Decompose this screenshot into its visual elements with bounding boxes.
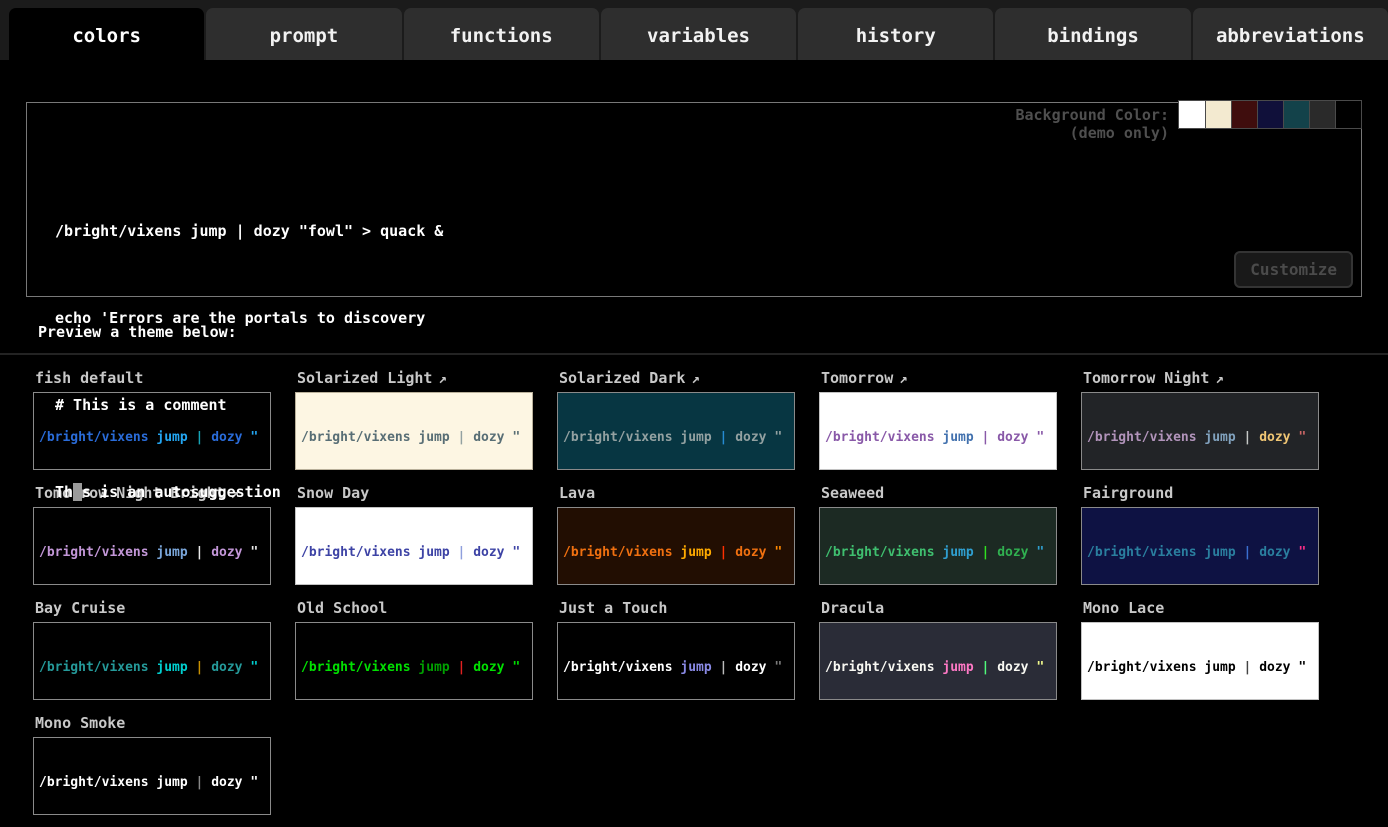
tab-colors[interactable]: colors [9, 8, 204, 60]
theme-card-just-a-touch[interactable]: Just a Touch /bright/vixens jump | dozy … [557, 597, 795, 700]
theme-name: Lava [559, 484, 595, 502]
tab-bindings[interactable]: bindings [995, 8, 1190, 60]
theme-command-line: /bright/vixens jump | dozy " [39, 774, 265, 791]
preview-command-line: /bright/vixens jump | dozy "fowl" > quac… [55, 217, 443, 246]
theme-title[interactable]: Dracula [821, 599, 1057, 617]
theme-command-line: /bright/vixens jump | dozy " [1087, 659, 1313, 676]
theme-command-line: /bright/vixens jump | dozy " [563, 659, 789, 676]
theme-title[interactable]: Bay Cruise [35, 599, 271, 617]
theme-name: Tomorrow Night [1083, 369, 1209, 387]
terminal-sample-text: /bright/vixens jump | dozy "fowl" > quac… [55, 159, 443, 565]
theme-card-bay-cruise[interactable]: Bay Cruise /bright/vixens jump | dozy " … [33, 597, 271, 700]
theme-card-mono-smoke[interactable]: Mono Smoke /bright/vixens jump | dozy " … [33, 712, 271, 815]
background-color-swatches [1178, 100, 1362, 129]
bg-color-swatch[interactable] [1257, 101, 1283, 128]
theme-preview-box[interactable]: /bright/vixens jump | dozy " echo 'Error… [33, 737, 271, 815]
terminal-cursor: i [73, 483, 82, 501]
autosuggestion-post: s is an autosuggestion [82, 483, 281, 501]
theme-card-solarized-dark[interactable]: Solarized Dark ↗ /bright/vixens jump | do… [557, 367, 795, 470]
fish-config-page: colorspromptfunctionsvariableshistorybin… [0, 0, 1388, 815]
theme-name: Solarized Dark [559, 369, 685, 387]
theme-command-line: /bright/vixens jump | dozy " [301, 659, 527, 676]
bg-color-swatch[interactable] [1179, 101, 1205, 128]
theme-card-fairground[interactable]: Fairground /bright/vixens jump | dozy " … [1081, 482, 1319, 585]
theme-card-tomorrow-night[interactable]: Tomorrow Night ↗ /bright/vixens jump | do… [1081, 367, 1319, 470]
preview-comment-line: # This is a comment [55, 391, 443, 420]
theme-preview-box[interactable]: /bright/vixens jump | dozy " echo 'Error… [557, 392, 795, 470]
theme-card-mono-lace[interactable]: Mono Lace /bright/vixens jump | dozy " e… [1081, 597, 1319, 700]
theme-name: Fairground [1083, 484, 1173, 502]
theme-command-line: /bright/vixens jump | dozy " [1087, 544, 1313, 561]
preview-echo-line: echo 'Errors are the portals to discover… [55, 304, 443, 333]
theme-title[interactable]: Just a Touch [559, 599, 795, 617]
theme-title[interactable]: Old School [297, 599, 533, 617]
bg-color-swatch[interactable] [1205, 101, 1231, 128]
theme-card-seaweed[interactable]: Seaweed /bright/vixens jump | dozy " ech… [819, 482, 1057, 585]
theme-title[interactable]: Tomorrow Night ↗ [1083, 369, 1319, 387]
background-color-label-line1: Background Color: [1015, 106, 1169, 124]
bg-color-swatch[interactable] [1309, 101, 1335, 128]
theme-card-dracula[interactable]: Dracula /bright/vixens jump | dozy " ech… [819, 597, 1057, 700]
theme-command-line: /bright/vixens jump | dozy " [563, 544, 789, 561]
tab-prompt[interactable]: prompt [206, 8, 401, 60]
theme-card-lava[interactable]: Lava /bright/vixens jump | dozy " echo '… [557, 482, 795, 585]
theme-title[interactable]: Mono Smoke [35, 714, 271, 732]
theme-title[interactable]: Mono Lace [1083, 599, 1319, 617]
theme-preview-box[interactable]: /bright/vixens jump | dozy " echo 'Error… [1081, 622, 1319, 700]
background-color-label: Background Color: (demo only) [1015, 106, 1169, 142]
theme-command-line: /bright/vixens jump | dozy " [825, 429, 1051, 446]
theme-preview-box[interactable]: /bright/vixens jump | dozy " echo 'Error… [1081, 507, 1319, 585]
terminal-preview-panel: Background Color: (demo only) /bright/vi… [26, 102, 1362, 297]
theme-preview-box[interactable]: /bright/vixens jump | dozy " echo 'Error… [1081, 392, 1319, 470]
theme-card-tomorrow[interactable]: Tomorrow ↗ /bright/vixens jump | dozy " e… [819, 367, 1057, 470]
theme-name: Tomorrow [821, 369, 893, 387]
bg-color-swatch[interactable] [1335, 101, 1361, 128]
theme-title[interactable]: Seaweed [821, 484, 1057, 502]
theme-title[interactable]: Tomorrow ↗ [821, 369, 1057, 387]
customize-button[interactable]: Customize [1234, 251, 1353, 288]
theme-title[interactable]: Lava [559, 484, 795, 502]
theme-preview-box[interactable]: /bright/vixens jump | dozy " echo 'Error… [295, 622, 533, 700]
theme-name: Mono Smoke [35, 714, 125, 732]
theme-command-line: /bright/vixens jump | dozy " [825, 544, 1051, 561]
theme-preview-box[interactable]: /bright/vixens jump | dozy " echo 'Error… [557, 507, 795, 585]
theme-command-line: /bright/vixens jump | dozy " [563, 429, 789, 446]
colors-tab-content: Background Color: (demo only) /bright/vi… [0, 60, 1388, 815]
theme-name: Seaweed [821, 484, 884, 502]
bg-color-swatch[interactable] [1283, 101, 1309, 128]
theme-card-old-school[interactable]: Old School /bright/vixens jump | dozy " … [295, 597, 533, 700]
theme-command-line: /bright/vixens jump | dozy " [825, 659, 1051, 676]
theme-name: Just a Touch [559, 599, 667, 617]
external-link-icon: ↗ [899, 371, 907, 387]
theme-command-line: /bright/vixens jump | dozy " [1087, 429, 1313, 446]
theme-name: Bay Cruise [35, 599, 125, 617]
theme-preview-box[interactable]: /bright/vixens jump | dozy " echo 'Error… [819, 507, 1057, 585]
theme-command-line: /bright/vixens jump | dozy " [39, 659, 265, 676]
bg-color-swatch[interactable] [1231, 101, 1257, 128]
theme-name: Mono Lace [1083, 599, 1164, 617]
theme-preview-box[interactable]: /bright/vixens jump | dozy " echo 'Error… [819, 392, 1057, 470]
tab-history[interactable]: history [798, 8, 993, 60]
autosuggestion-pre: Th [55, 483, 73, 501]
theme-title[interactable]: Fairground [1083, 484, 1319, 502]
external-link-icon: ↗ [691, 371, 699, 387]
theme-name: Dracula [821, 599, 884, 617]
tab-bar: colorspromptfunctionsvariableshistorybin… [0, 0, 1388, 60]
theme-preview-box[interactable]: /bright/vixens jump | dozy " echo 'Error… [819, 622, 1057, 700]
theme-title[interactable]: Solarized Dark ↗ [559, 369, 795, 387]
theme-preview-box[interactable]: /bright/vixens jump | dozy " echo 'Error… [33, 622, 271, 700]
tab-variables[interactable]: variables [601, 8, 796, 60]
theme-preview-box[interactable]: /bright/vixens jump | dozy " echo 'Error… [557, 622, 795, 700]
external-link-icon: ↗ [1215, 371, 1223, 387]
tab-functions[interactable]: functions [404, 8, 599, 60]
background-color-label-line2: (demo only) [1015, 124, 1169, 142]
tab-abbreviations[interactable]: abbreviations [1193, 8, 1388, 60]
preview-autosuggestion-line: This is an autosuggestion [55, 478, 443, 507]
theme-name: Old School [297, 599, 387, 617]
